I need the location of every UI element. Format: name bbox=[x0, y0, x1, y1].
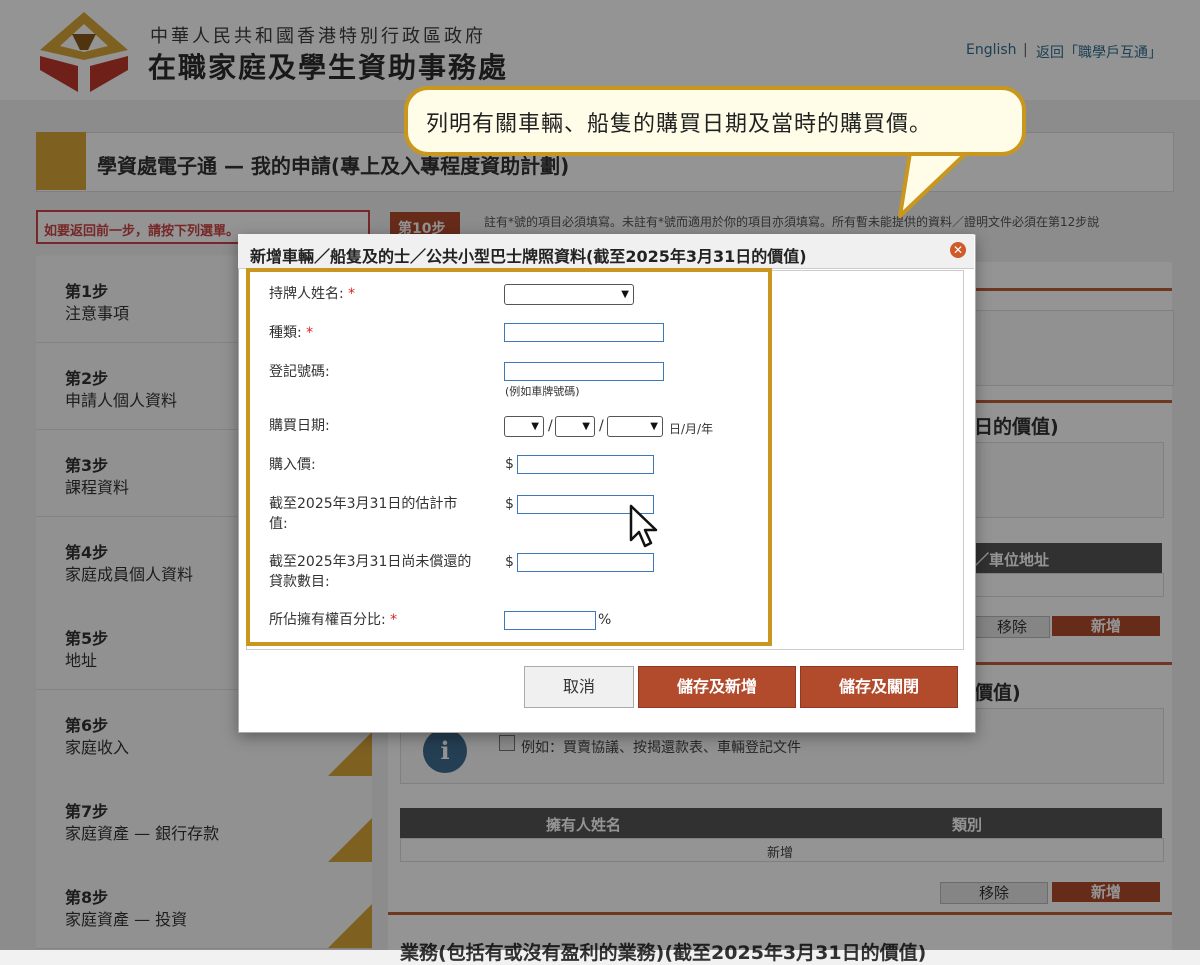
mouse-cursor-icon bbox=[629, 504, 658, 548]
cancel-button[interactable]: 取消 bbox=[524, 666, 634, 708]
save-and-add-button[interactable]: 儲存及新增 bbox=[638, 666, 796, 708]
callout-text: 列明有關車輛、船隻的購買日期及當時的購買價。 bbox=[426, 112, 933, 137]
dialog-title: 新增車輛／船隻及的士／公共小型巴士牌照資料(截至2025年3月31日的價值) bbox=[250, 247, 807, 266]
save-and-close-button[interactable]: 儲存及關閉 bbox=[800, 666, 958, 708]
close-icon[interactable]: ✕ bbox=[950, 242, 966, 258]
form-highlight-frame bbox=[246, 268, 772, 646]
